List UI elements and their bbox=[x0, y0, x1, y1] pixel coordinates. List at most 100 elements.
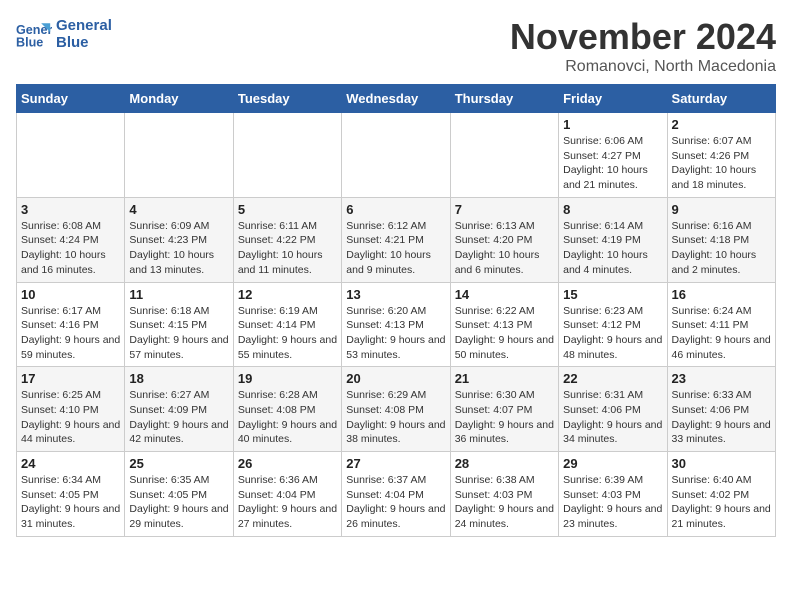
svg-text:Blue: Blue bbox=[16, 36, 43, 50]
day-cell bbox=[450, 113, 558, 198]
day-number: 1 bbox=[563, 117, 662, 132]
day-info: Sunrise: 6:29 AMSunset: 4:08 PMDaylight:… bbox=[346, 388, 445, 447]
week-row-2: 10 Sunrise: 6:17 AMSunset: 4:16 PMDayligh… bbox=[17, 282, 776, 367]
day-cell: 11Sunrise: 6:18 AMSunset: 4:15 PMDayligh… bbox=[125, 282, 233, 367]
weekday-header-monday: Monday bbox=[125, 85, 233, 113]
day-number: 26 bbox=[238, 456, 337, 471]
day-cell: 30Sunrise: 6:40 AMSunset: 4:02 PMDayligh… bbox=[667, 452, 775, 537]
day-info: Sunrise: 6:08 AMSunset: 4:24 PMDaylight:… bbox=[21, 219, 120, 278]
day-info: Sunrise: 6:30 AMSunset: 4:07 PMDaylight:… bbox=[455, 388, 554, 447]
day-cell: 9 Sunrise: 6:16 AMSunset: 4:18 PMDaylight… bbox=[667, 197, 775, 282]
day-cell: 10 Sunrise: 6:17 AMSunset: 4:16 PMDayligh… bbox=[17, 282, 125, 367]
day-number: 28 bbox=[455, 456, 554, 471]
day-cell: 7 Sunrise: 6:13 AMSunset: 4:20 PMDaylight… bbox=[450, 197, 558, 282]
logo: General Blue General Blue bbox=[16, 16, 112, 52]
day-cell: 15 Sunrise: 6:23 AMSunset: 4:12 PMDayligh… bbox=[559, 282, 667, 367]
day-cell: 21 Sunrise: 6:30 AMSunset: 4:07 PMDayligh… bbox=[450, 367, 558, 452]
day-info: Sunrise: 6:23 AMSunset: 4:12 PMDaylight:… bbox=[563, 304, 662, 363]
day-cell: 20 Sunrise: 6:29 AMSunset: 4:08 PMDayligh… bbox=[342, 367, 450, 452]
day-number: 5 bbox=[238, 202, 337, 217]
day-number: 16 bbox=[672, 287, 771, 302]
day-cell: 6 Sunrise: 6:12 AMSunset: 4:21 PMDaylight… bbox=[342, 197, 450, 282]
calendar-title: November 2024 bbox=[510, 16, 776, 58]
week-row-3: 17 Sunrise: 6:25 AMSunset: 4:10 PMDayligh… bbox=[17, 367, 776, 452]
header: General Blue General Blue November 2024 … bbox=[16, 16, 776, 76]
day-info: Sunrise: 6:33 AMSunset: 4:06 PMDaylight:… bbox=[672, 388, 771, 447]
day-number: 19 bbox=[238, 371, 337, 386]
logo-icon: General Blue bbox=[16, 16, 52, 52]
week-row-4: 24Sunrise: 6:34 AMSunset: 4:05 PMDayligh… bbox=[17, 452, 776, 537]
day-number: 7 bbox=[455, 202, 554, 217]
day-number: 14 bbox=[455, 287, 554, 302]
day-cell: 16 Sunrise: 6:24 AMSunset: 4:11 PMDayligh… bbox=[667, 282, 775, 367]
title-area: November 2024 Romanovci, North Macedonia bbox=[510, 16, 776, 76]
day-info: Sunrise: 6:25 AMSunset: 4:10 PMDaylight:… bbox=[21, 388, 120, 447]
calendar-subtitle: Romanovci, North Macedonia bbox=[510, 58, 776, 76]
day-number: 9 bbox=[672, 202, 771, 217]
day-cell: 28Sunrise: 6:38 AMSunset: 4:03 PMDayligh… bbox=[450, 452, 558, 537]
day-info: Sunrise: 6:11 AMSunset: 4:22 PMDaylight:… bbox=[238, 219, 337, 278]
day-info: Sunrise: 6:19 AMSunset: 4:14 PMDaylight:… bbox=[238, 304, 337, 363]
day-info: Sunrise: 6:24 AMSunset: 4:11 PMDaylight:… bbox=[672, 304, 771, 363]
weekday-header-saturday: Saturday bbox=[667, 85, 775, 113]
day-number: 21 bbox=[455, 371, 554, 386]
day-cell: 17 Sunrise: 6:25 AMSunset: 4:10 PMDayligh… bbox=[17, 367, 125, 452]
day-number: 15 bbox=[563, 287, 662, 302]
day-info: Sunrise: 6:06 AMSunset: 4:27 PMDaylight:… bbox=[563, 134, 662, 193]
day-info: Sunrise: 6:17 AMSunset: 4:16 PMDaylight:… bbox=[21, 304, 120, 363]
day-number: 10 bbox=[21, 287, 120, 302]
day-info: Sunrise: 6:14 AMSunset: 4:19 PMDaylight:… bbox=[563, 219, 662, 278]
day-number: 20 bbox=[346, 371, 445, 386]
day-info: Sunrise: 6:35 AMSunset: 4:05 PMDaylight:… bbox=[129, 473, 228, 532]
day-number: 4 bbox=[129, 202, 228, 217]
day-cell: 25 Sunrise: 6:35 AMSunset: 4:05 PMDayligh… bbox=[125, 452, 233, 537]
day-cell bbox=[233, 113, 341, 198]
weekday-header-wednesday: Wednesday bbox=[342, 85, 450, 113]
day-cell: 8Sunrise: 6:14 AMSunset: 4:19 PMDaylight… bbox=[559, 197, 667, 282]
day-info: Sunrise: 6:07 AMSunset: 4:26 PMDaylight:… bbox=[672, 134, 771, 193]
day-number: 22 bbox=[563, 371, 662, 386]
day-cell: 3Sunrise: 6:08 AMSunset: 4:24 PMDaylight… bbox=[17, 197, 125, 282]
day-info: Sunrise: 6:34 AMSunset: 4:05 PMDaylight:… bbox=[21, 473, 120, 532]
day-info: Sunrise: 6:27 AMSunset: 4:09 PMDaylight:… bbox=[129, 388, 228, 447]
day-info: Sunrise: 6:09 AMSunset: 4:23 PMDaylight:… bbox=[129, 219, 228, 278]
day-number: 29 bbox=[563, 456, 662, 471]
weekday-header-thursday: Thursday bbox=[450, 85, 558, 113]
day-number: 18 bbox=[129, 371, 228, 386]
day-info: Sunrise: 6:13 AMSunset: 4:20 PMDaylight:… bbox=[455, 219, 554, 278]
day-info: Sunrise: 6:12 AMSunset: 4:21 PMDaylight:… bbox=[346, 219, 445, 278]
day-cell: 18 Sunrise: 6:27 AMSunset: 4:09 PMDayligh… bbox=[125, 367, 233, 452]
day-cell: 5 Sunrise: 6:11 AMSunset: 4:22 PMDaylight… bbox=[233, 197, 341, 282]
calendar-table: SundayMondayTuesdayWednesdayThursdayFrid… bbox=[16, 84, 776, 537]
day-info: Sunrise: 6:39 AMSunset: 4:03 PMDaylight:… bbox=[563, 473, 662, 532]
day-number: 17 bbox=[21, 371, 120, 386]
day-cell: 23 Sunrise: 6:33 AMSunset: 4:06 PMDayligh… bbox=[667, 367, 775, 452]
day-info: Sunrise: 6:28 AMSunset: 4:08 PMDaylight:… bbox=[238, 388, 337, 447]
day-cell: 1 Sunrise: 6:06 AMSunset: 4:27 PMDaylight… bbox=[559, 113, 667, 198]
day-cell bbox=[125, 113, 233, 198]
day-cell: 4 Sunrise: 6:09 AMSunset: 4:23 PMDaylight… bbox=[125, 197, 233, 282]
day-number: 6 bbox=[346, 202, 445, 217]
day-number: 12 bbox=[238, 287, 337, 302]
day-cell: 27Sunrise: 6:37 AMSunset: 4:04 PMDayligh… bbox=[342, 452, 450, 537]
day-cell bbox=[17, 113, 125, 198]
day-cell: 22Sunrise: 6:31 AMSunset: 4:06 PMDayligh… bbox=[559, 367, 667, 452]
weekday-header-sunday: Sunday bbox=[17, 85, 125, 113]
weekday-header-friday: Friday bbox=[559, 85, 667, 113]
day-cell: 29 Sunrise: 6:39 AMSunset: 4:03 PMDayligh… bbox=[559, 452, 667, 537]
day-number: 30 bbox=[672, 456, 771, 471]
day-info: Sunrise: 6:20 AMSunset: 4:13 PMDaylight:… bbox=[346, 304, 445, 363]
day-cell bbox=[342, 113, 450, 198]
day-info: Sunrise: 6:22 AMSunset: 4:13 PMDaylight:… bbox=[455, 304, 554, 363]
day-info: Sunrise: 6:37 AMSunset: 4:04 PMDaylight:… bbox=[346, 473, 445, 532]
day-info: Sunrise: 6:36 AMSunset: 4:04 PMDaylight:… bbox=[238, 473, 337, 532]
day-number: 23 bbox=[672, 371, 771, 386]
day-cell: 13Sunrise: 6:20 AMSunset: 4:13 PMDayligh… bbox=[342, 282, 450, 367]
weekday-header-tuesday: Tuesday bbox=[233, 85, 341, 113]
day-cell: 12 Sunrise: 6:19 AMSunset: 4:14 PMDayligh… bbox=[233, 282, 341, 367]
day-info: Sunrise: 6:16 AMSunset: 4:18 PMDaylight:… bbox=[672, 219, 771, 278]
day-number: 25 bbox=[129, 456, 228, 471]
logo-general: General bbox=[56, 17, 112, 34]
day-cell: 2Sunrise: 6:07 AMSunset: 4:26 PMDaylight… bbox=[667, 113, 775, 198]
day-cell: 14 Sunrise: 6:22 AMSunset: 4:13 PMDayligh… bbox=[450, 282, 558, 367]
